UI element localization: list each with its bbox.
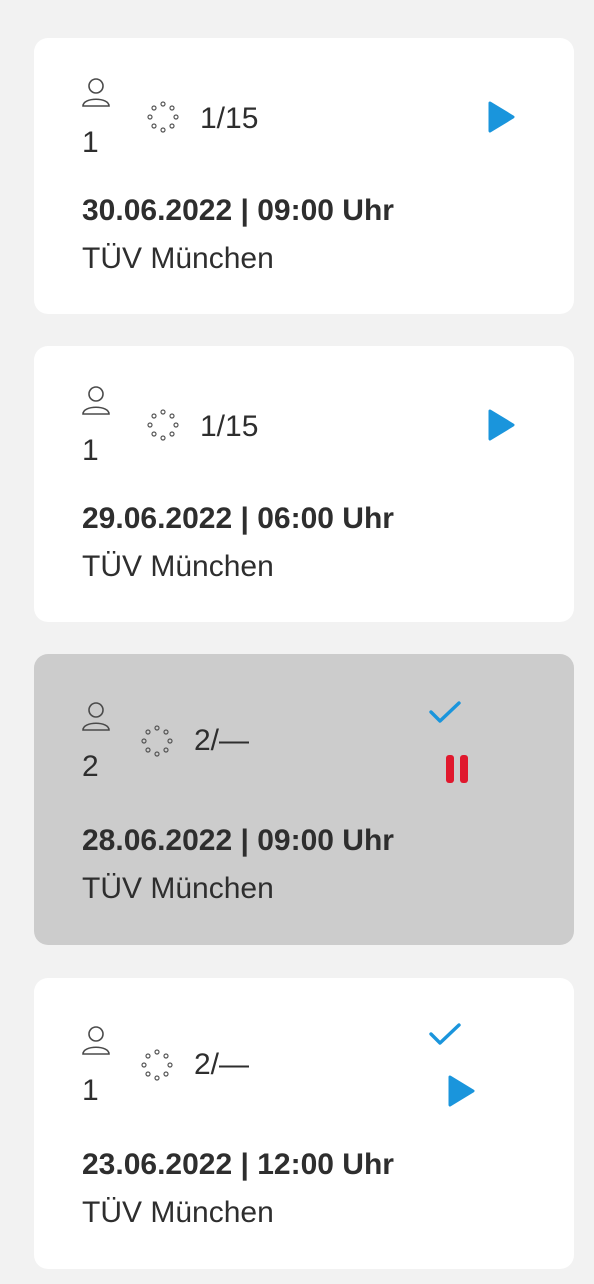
person-icon [82,386,110,415]
person-count: 2 [82,750,99,783]
person-icon [82,702,110,731]
spinner-icon [141,1049,173,1081]
appointment-card[interactable]: 1 1/15 30.06.2022 | 09:00 Uhr TÜV Münche… [34,38,574,314]
play-icon[interactable] [486,408,516,442]
progress-text: 2/— [194,1048,250,1081]
appointment-card[interactable]: 1 1/15 29.06.2022 | 06:00 Uhr TÜV Münche… [34,346,574,622]
check-icon [429,701,461,723]
progress-text: 2/— [194,724,250,757]
spinner-icon [147,409,179,441]
appointment-datetime: 30.06.2022 | 09:00 Uhr [82,194,394,227]
pause-icon[interactable] [444,754,470,784]
appointment-card-selected[interactable]: 2 2/— 28.06.2022 | 09:00 Uhr TÜV München [34,654,574,945]
appointment-location: TÜV München [82,242,274,275]
person-icon [82,78,110,107]
appointment-card[interactable]: 1 2/— 23.06.2022 | 12:00 Uhr TÜV München [34,978,574,1269]
appointment-location: TÜV München [82,1196,274,1229]
spinner-icon [147,101,179,133]
person-count: 1 [82,1074,99,1107]
person-count: 1 [82,434,99,467]
check-icon [429,1023,461,1045]
person-icon [82,1026,110,1055]
play-icon[interactable] [446,1074,476,1108]
appointment-datetime: 23.06.2022 | 12:00 Uhr [82,1148,394,1181]
play-icon[interactable] [486,100,516,134]
progress-text: 1/15 [200,102,259,135]
spinner-icon [141,725,173,757]
appointment-location: TÜV München [82,872,274,905]
appointment-datetime: 29.06.2022 | 06:00 Uhr [82,502,394,535]
appointment-list: 1 1/15 30.06.2022 | 09:00 Uhr TÜV Münche… [0,0,594,1284]
appointment-location: TÜV München [82,550,274,583]
person-count: 1 [82,126,99,159]
progress-text: 1/15 [200,410,259,443]
appointment-datetime: 28.06.2022 | 09:00 Uhr [82,824,394,857]
